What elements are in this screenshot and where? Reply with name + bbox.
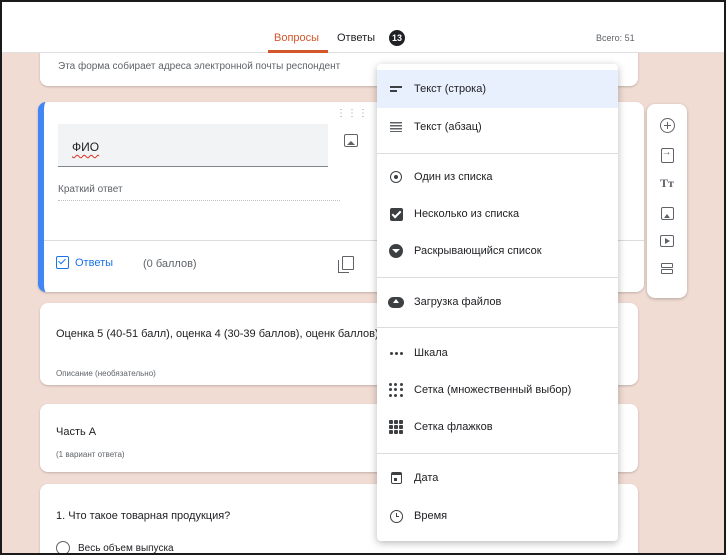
checkbox-icon <box>388 206 404 222</box>
short-answer-line <box>58 200 340 201</box>
question-1-title[interactable]: 1. Что такое товарная продукция? <box>56 510 230 522</box>
add-image-button[interactable] <box>655 202 679 224</box>
grid-icon <box>388 382 404 398</box>
question-title-field[interactable]: ФИО <box>58 124 328 167</box>
menu-item-label: Раскрывающийся список <box>414 245 542 257</box>
menu-item-time[interactable]: Время <box>377 497 618 535</box>
question-title[interactable]: ФИО <box>72 140 99 154</box>
add-image-icon[interactable] <box>344 134 358 147</box>
tab-questions[interactable]: Вопросы <box>274 32 319 44</box>
scale-icon <box>388 345 404 361</box>
section-icon <box>661 263 673 275</box>
menu-item-file-upload[interactable]: Загрузка файлов <box>377 283 618 321</box>
menu-item-label: Загрузка файлов <box>414 296 502 308</box>
time-icon <box>388 508 404 524</box>
add-video-button[interactable] <box>655 230 679 252</box>
menu-item-short-text[interactable]: Текст (строка) <box>377 70 618 108</box>
section-title[interactable]: Часть А <box>56 426 96 438</box>
menu-item-label: Время <box>414 510 448 522</box>
add-title-button[interactable]: Tт <box>655 172 679 194</box>
menu-item-checkboxes[interactable]: Несколько из списка <box>377 195 618 233</box>
answer-key-label: Ответы <box>75 256 114 269</box>
menu-item-label: Сетка (множественный выбор) <box>414 384 572 396</box>
email-notice-text: Эта форма собирает адреса электронной по… <box>58 61 341 72</box>
menu-item-label: Один из списка <box>414 171 493 183</box>
section-subtitle[interactable]: (1 вариант ответа) <box>56 450 125 459</box>
menu-item-checkbox-grid[interactable]: Сетка флажков <box>377 408 618 446</box>
image-icon <box>660 206 674 220</box>
menu-item-label: Дата <box>414 472 439 484</box>
menu-item-date[interactable]: Дата <box>377 459 618 497</box>
menu-divider <box>377 327 618 328</box>
menu-item-dropdown[interactable]: Раскрывающийся список <box>377 232 618 270</box>
menu-item-multiple-choice[interactable]: Один из списка <box>377 158 618 196</box>
short-answer-placeholder: Краткий ответ <box>58 184 123 195</box>
checkbox-grid-icon <box>388 419 404 435</box>
radio-option[interactable]: Весь объем выпуска <box>56 541 174 553</box>
points-label: (0 баллов) <box>143 258 197 270</box>
answer-key-icon <box>56 256 69 269</box>
upload-icon <box>388 294 404 310</box>
menu-item-label: Текст (абзац) <box>414 121 482 133</box>
video-icon <box>660 235 674 247</box>
title-text-icon: Tт <box>660 175 674 190</box>
menu-divider <box>377 153 618 154</box>
menu-item-label: Сетка флажков <box>414 421 493 433</box>
answer-key-link[interactable]: Ответы <box>56 256 113 269</box>
drag-handle-icon[interactable]: ⋮⋮⋮ <box>336 108 369 119</box>
add-circle-icon <box>659 117 675 133</box>
radio-option-label: Весь объем выпуска <box>78 542 174 554</box>
menu-item-label: Шкала <box>414 347 448 359</box>
menu-item-label: Несколько из списка <box>414 208 520 220</box>
tab-answers[interactable]: Ответы <box>337 32 375 44</box>
tab-underline <box>268 50 328 53</box>
radio-icon[interactable] <box>56 541 70 553</box>
dropdown-icon <box>388 243 404 259</box>
question-type-menu: Текст (строка) Текст (абзац) Один из спи… <box>377 64 618 541</box>
import-icon <box>660 147 674 163</box>
section-description[interactable]: Оценка 5 (40-51 балл), оценка 4 (30-39 б… <box>56 326 386 343</box>
description-placeholder[interactable]: Описание (необязательно) <box>56 369 156 378</box>
menu-item-paragraph[interactable]: Текст (абзац) <box>377 108 618 146</box>
menu-divider <box>377 453 618 454</box>
short-text-icon <box>388 81 404 97</box>
menu-item-label: Текст (строка) <box>414 83 487 95</box>
menu-divider <box>377 277 618 278</box>
paragraph-icon <box>388 119 404 135</box>
duplicate-icon[interactable] <box>338 256 354 273</box>
add-section-button[interactable] <box>655 258 679 280</box>
radio-icon <box>388 169 404 185</box>
form-header: Вопросы Ответы 13 Всего: 51 <box>2 2 724 53</box>
menu-item-multiple-choice-grid[interactable]: Сетка (множественный выбор) <box>377 371 618 409</box>
date-icon <box>388 470 404 486</box>
import-questions-button[interactable] <box>655 144 679 166</box>
side-toolbar: Tт <box>647 104 687 298</box>
answers-count-badge: 13 <box>389 30 405 46</box>
add-question-button[interactable] <box>655 114 679 136</box>
total-points: Всего: 51 <box>596 33 635 43</box>
menu-item-linear-scale[interactable]: Шкала <box>377 334 618 372</box>
